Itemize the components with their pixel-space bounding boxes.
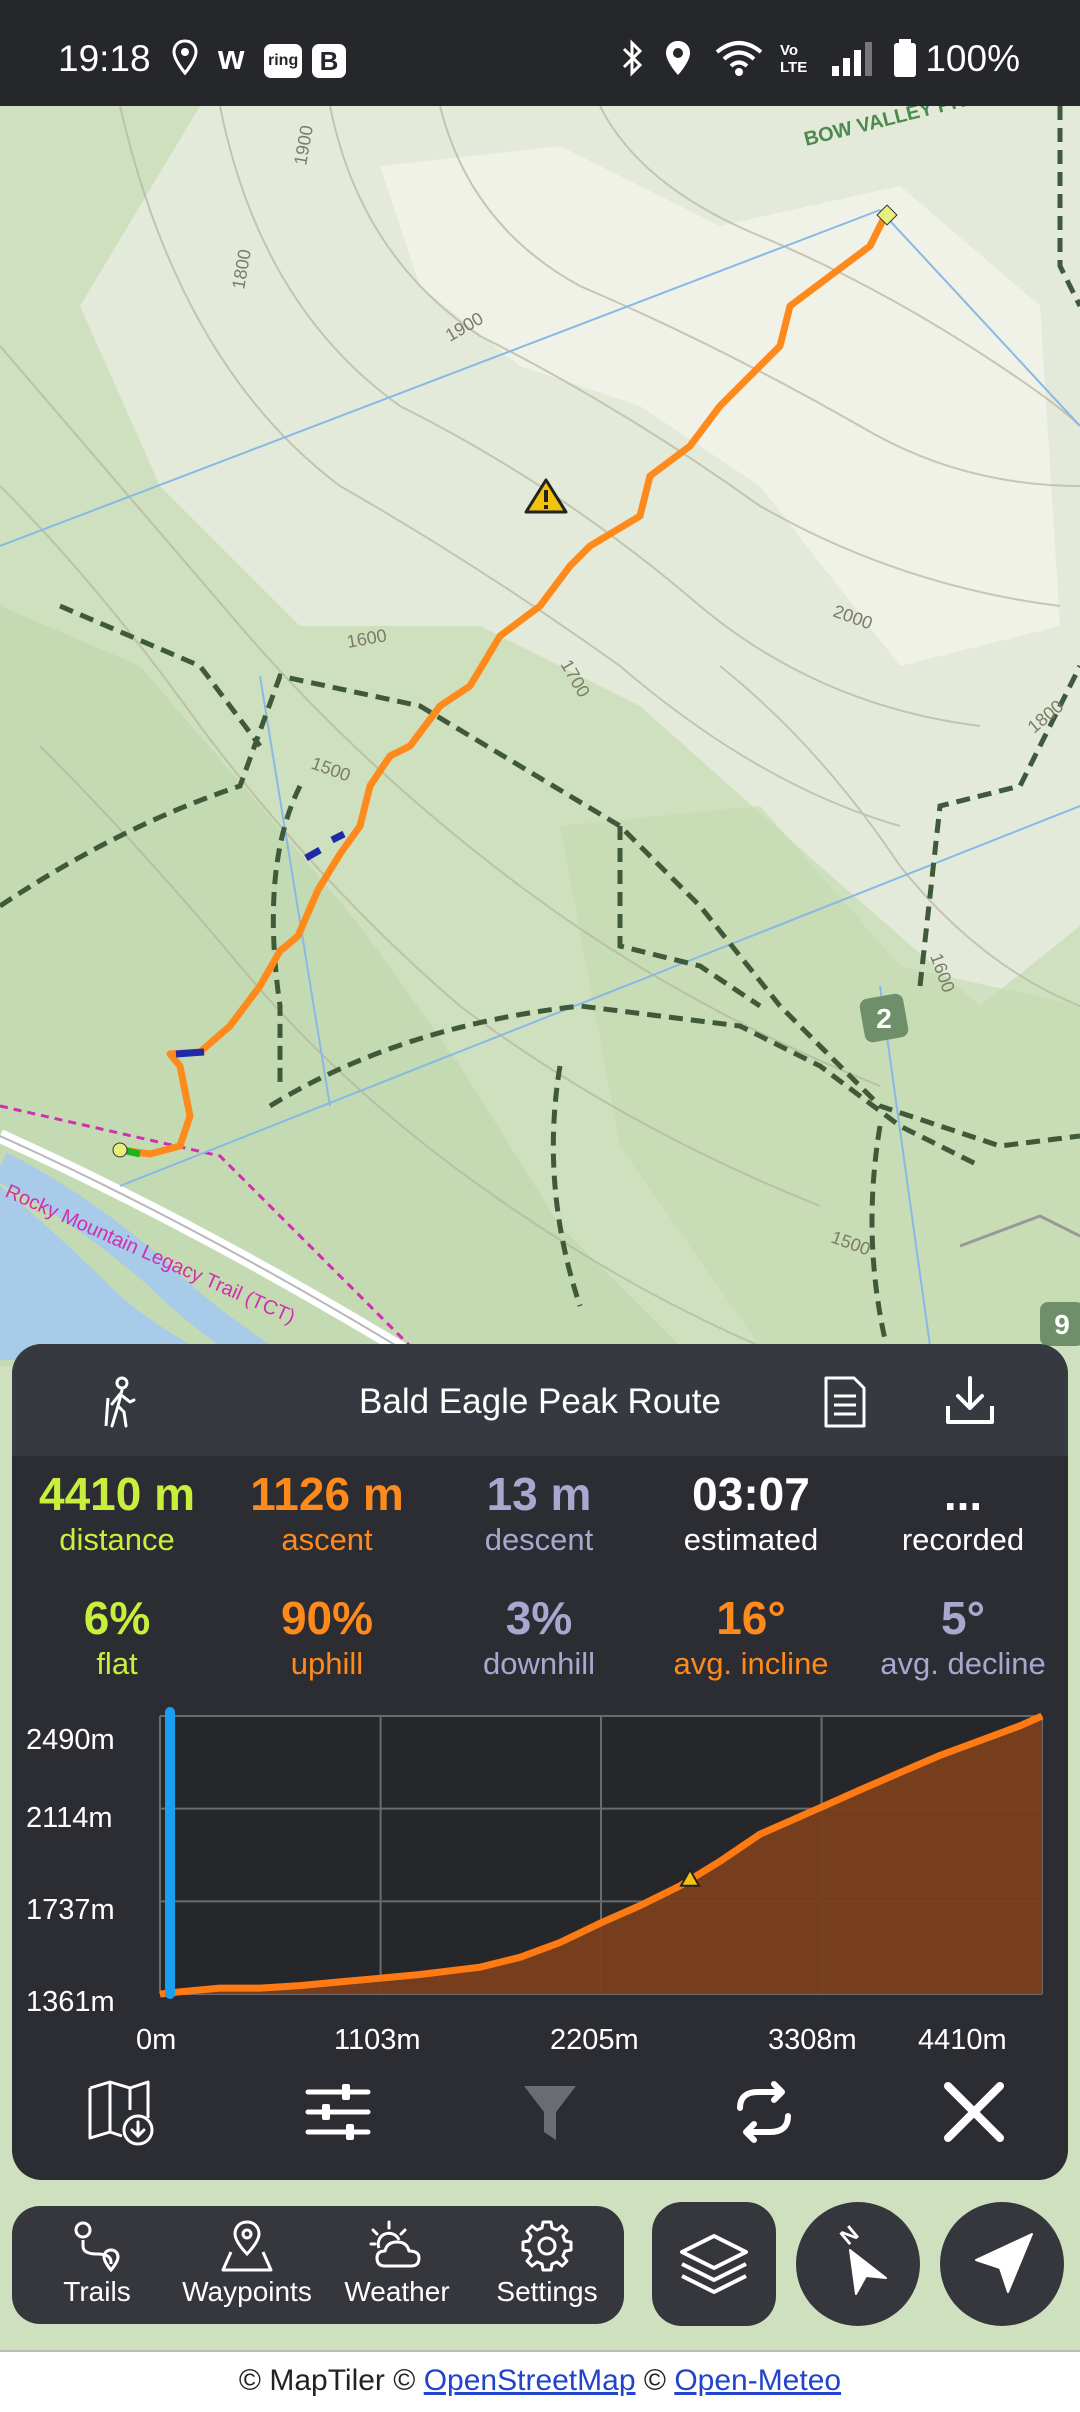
right-edge-marker[interactable]: 9 [1040, 1302, 1080, 1346]
stat-label: downhill [482, 1646, 595, 1681]
stat-avg-decline: 5° avg. decline [858, 1592, 1068, 1684]
openstreetmap-link[interactable]: OpenStreetMap [424, 2364, 636, 2397]
stat-value: 4410 m [38, 1468, 195, 1520]
location-pin-icon [170, 38, 200, 78]
x-tick-label: 4410m [918, 2024, 1007, 2056]
stat-value: 1126 m [250, 1468, 404, 1520]
stat-descent: 13 m descent [434, 1468, 644, 1560]
nav-trails-label: Trails [63, 2276, 131, 2307]
nav-weather-label: Weather [344, 2276, 450, 2307]
compass-button[interactable]: N [796, 2202, 920, 2326]
y-tick-label: 1737m [26, 1894, 115, 1926]
wifi-icon [714, 38, 764, 78]
route-marker[interactable]: 2 [859, 993, 910, 1044]
battery-icon [892, 38, 918, 78]
compass-letter: N [835, 2220, 863, 2249]
nav-waypoints[interactable]: Waypoints [172, 2206, 322, 2324]
stat-label: avg. incline [673, 1646, 829, 1681]
elevation-chart[interactable] [12, 1698, 1068, 2018]
status-bar: 19:18 w ring B Vo LTE 100% [0, 0, 1080, 106]
settings-icon [521, 2220, 573, 2272]
route-panel: Bald Eagle Peak Route 4410 m distance 11… [12, 1344, 1068, 2180]
nav-settings-label: Settings [496, 2276, 598, 2307]
stat-value: 5° [941, 1592, 985, 1644]
route-marker-label: 2 [876, 1003, 892, 1034]
x-tick-label: 3308m [768, 2024, 857, 2056]
volte-icon: Vo LTE [780, 42, 808, 76]
stat-label: avg. decline [880, 1646, 1046, 1681]
stat-ascent: 1126 m ascent [222, 1468, 432, 1560]
nav-trails[interactable]: Trails [22, 2206, 172, 2324]
stat-label: estimated [683, 1522, 819, 1557]
stat-value: 13 m [486, 1468, 592, 1520]
document-icon[interactable] [816, 1374, 872, 1430]
signal-icon [830, 38, 878, 78]
stat-value: ... [943, 1468, 983, 1520]
download-icon[interactable] [942, 1374, 998, 1430]
battery-level: 100% [925, 38, 1020, 79]
stat-flat: 6% flat [12, 1592, 222, 1684]
stat-avg-incline: 16° avg. incline [646, 1592, 856, 1684]
filter-icon[interactable] [510, 2072, 590, 2152]
stat-value: 3% [505, 1592, 573, 1644]
attribution-maptiler: © MapTiler © [238, 2364, 416, 2397]
stat-label: flat [96, 1646, 138, 1681]
weather-icon [369, 2220, 421, 2268]
stat-value: 6% [83, 1592, 151, 1644]
stat-label: recorded [901, 1522, 1025, 1557]
stat-label: uphill [290, 1646, 364, 1681]
stat-distance: 4410 m distance [12, 1468, 222, 1560]
location-icon [662, 38, 694, 78]
offline-map-icon[interactable] [82, 2072, 162, 2152]
stat-value: 03:07 [692, 1468, 810, 1520]
y-tick-label: 2114m [26, 1802, 113, 1834]
route-title: Bald Eagle Peak Route [359, 1382, 721, 1421]
w-icon: w [218, 39, 245, 77]
b-icon: B [312, 44, 346, 78]
stat-value: 16° [716, 1592, 786, 1644]
y-tick-label: 1361m [26, 1986, 115, 2018]
layers-icon [680, 2234, 748, 2294]
attribution-sep: © [643, 2364, 666, 2397]
nav-weather[interactable]: Weather [322, 2206, 472, 2324]
stat-downhill: 3% downhill [434, 1592, 644, 1684]
nav-waypoints-label: Waypoints [182, 2276, 312, 2307]
stat-label: descent [484, 1522, 594, 1557]
x-tick-label: 0m [136, 2024, 177, 2056]
layers-button[interactable] [652, 2202, 776, 2326]
route-panel-header: Bald Eagle Peak Route [12, 1344, 1068, 1456]
status-time: 19:18 [58, 38, 151, 79]
close-icon[interactable] [934, 2072, 1014, 2152]
bluetooth-icon [618, 38, 646, 78]
ring-icon: ring [264, 44, 303, 78]
stat-recorded: ... recorded [858, 1468, 1068, 1560]
locate-icon [975, 2233, 1033, 2293]
compass-north-icon: N [835, 2220, 887, 2295]
bottom-nav: Trails Waypoints Weather Settings [12, 2206, 624, 2324]
elevation-chart-svg[interactable] [12, 1698, 1068, 2018]
sliders-icon[interactable] [298, 2072, 378, 2152]
y-tick-label: 2490m [26, 1724, 115, 1756]
sync-icon[interactable] [724, 2072, 804, 2152]
locate-button[interactable] [940, 2202, 1064, 2326]
stat-label: distance [59, 1522, 175, 1557]
map-attribution: © MapTiler © OpenStreetMap © Open-Meteo [0, 2350, 1080, 2412]
stat-value: 90% [280, 1592, 374, 1644]
nav-settings[interactable]: Settings [472, 2206, 622, 2324]
stat-uphill: 90% uphill [222, 1592, 432, 1684]
stat-label: ascent [281, 1522, 373, 1557]
right-edge-label: 9 [1054, 1309, 1070, 1340]
waypoints-icon [221, 2220, 273, 2272]
x-tick-label: 2205m [550, 2024, 639, 2056]
stat-estimated: 03:07 estimated [646, 1468, 856, 1560]
trails-icon [74, 2221, 120, 2273]
open-meteo-link[interactable]: Open-Meteo [674, 2364, 841, 2397]
x-tick-label: 1103m [334, 2024, 421, 2056]
